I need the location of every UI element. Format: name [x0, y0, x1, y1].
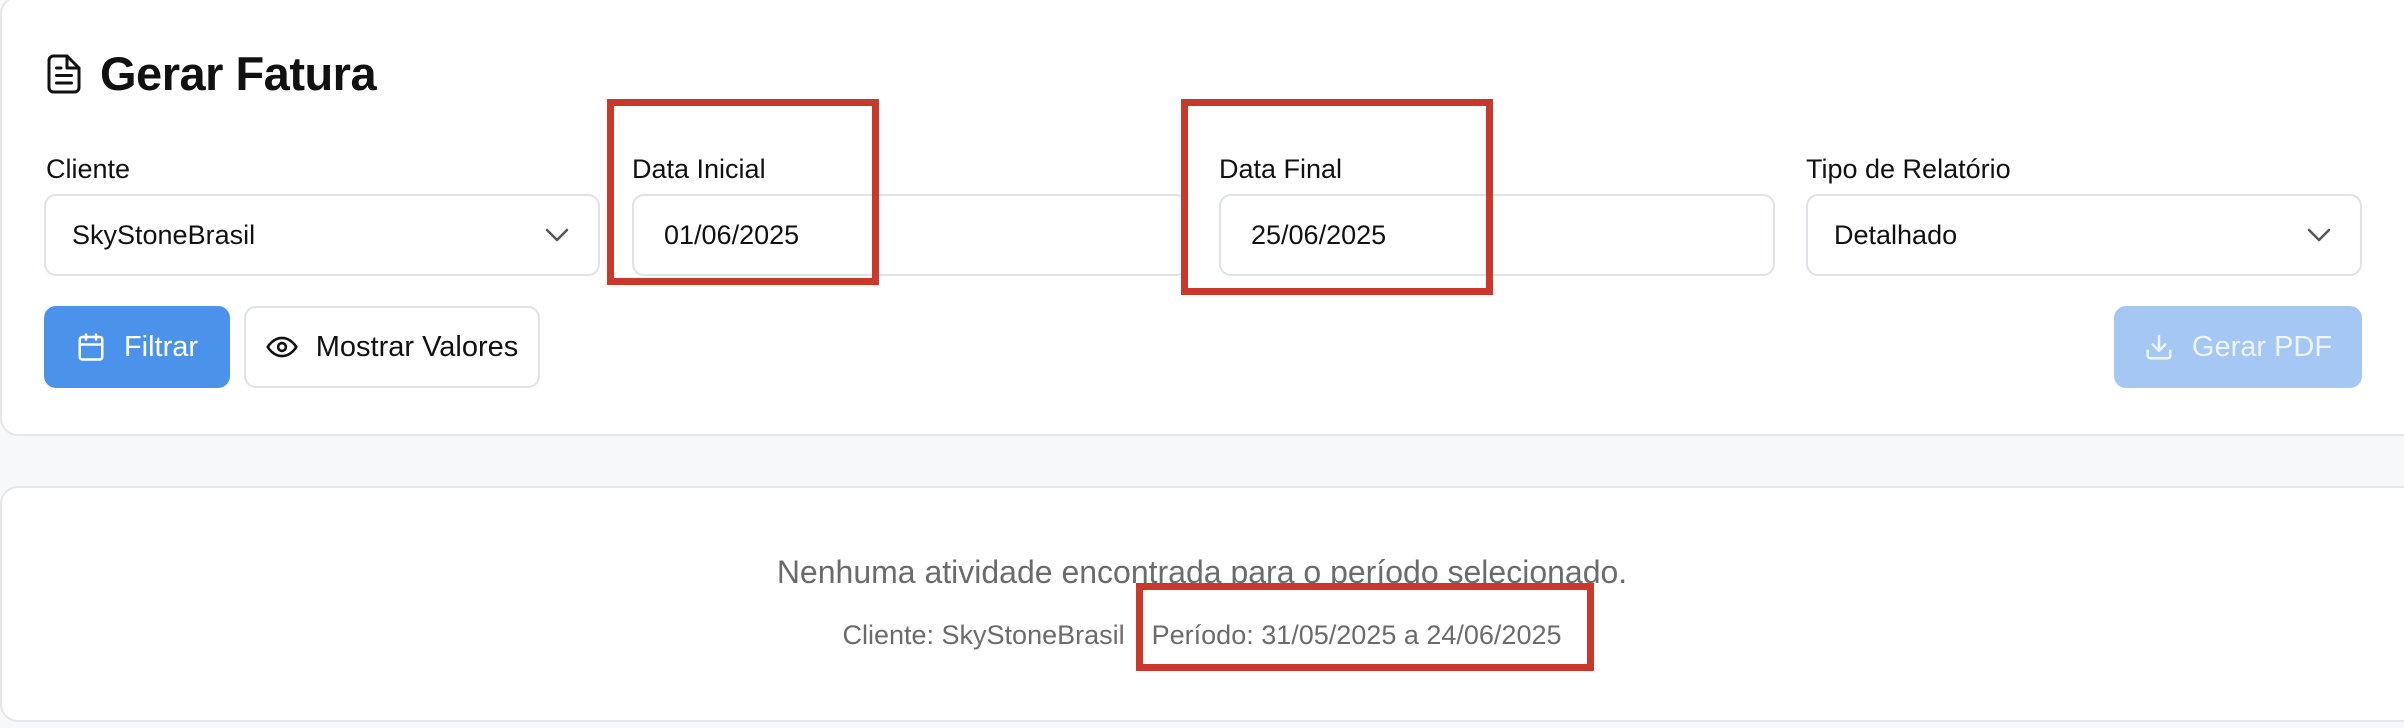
filter-summary: Cliente: SkyStoneBrasil | Período: 31/05/2… — [0, 620, 2404, 651]
download-icon — [2146, 334, 2172, 360]
cliente-label: Cliente — [46, 154, 131, 184]
eye-icon — [266, 336, 298, 358]
calendar-icon — [78, 333, 104, 361]
generate-pdf-button[interactable]: Gerar PDF — [2114, 306, 2362, 388]
summary-separator: | — [1134, 620, 1142, 650]
show-values-button-label: Mostrar Valores — [315, 330, 519, 363]
empty-state-message: Nenhuma atividade encontrada para o perí… — [776, 554, 1628, 590]
data-final-label: Data Final — [1219, 154, 1343, 184]
data-final-input[interactable]: 25/06/2025 — [1219, 194, 1775, 276]
document-icon — [47, 54, 81, 93]
tipo-relatorio-select[interactable]: Detalhado — [1806, 194, 2362, 276]
data-inicial-value: 01/06/2025 — [664, 219, 800, 250]
filter-button[interactable]: Filtrar — [44, 306, 230, 388]
data-inicial-label: Data Inicial — [632, 154, 766, 184]
page-header: Gerar Fatura — [46, 46, 377, 101]
data-final-value: 25/06/2025 — [1251, 219, 1387, 250]
results-card — [0, 486, 2404, 722]
generate-pdf-button-label: Gerar PDF — [2191, 330, 2333, 363]
data-inicial-input[interactable]: 01/06/2025 — [632, 194, 1188, 276]
show-values-button[interactable]: Mostrar Valores — [244, 306, 540, 388]
chevron-down-icon — [2307, 228, 2331, 242]
filter-button-label: Filtrar — [123, 330, 199, 363]
cliente-value: SkyStoneBrasil — [72, 219, 256, 250]
tipo-relatorio-label: Tipo de Relatório — [1806, 154, 2011, 184]
tipo-relatorio-value: Detalhado — [1834, 219, 1958, 250]
cliente-select[interactable]: SkyStoneBrasil — [44, 194, 600, 276]
summary-cliente: Cliente: SkyStoneBrasil — [842, 620, 1125, 650]
summary-periodo: Período: 31/05/2025 a 24/06/2025 — [1151, 620, 1562, 650]
page-title: Gerar Fatura — [100, 47, 377, 100]
chevron-down-icon — [545, 228, 569, 242]
